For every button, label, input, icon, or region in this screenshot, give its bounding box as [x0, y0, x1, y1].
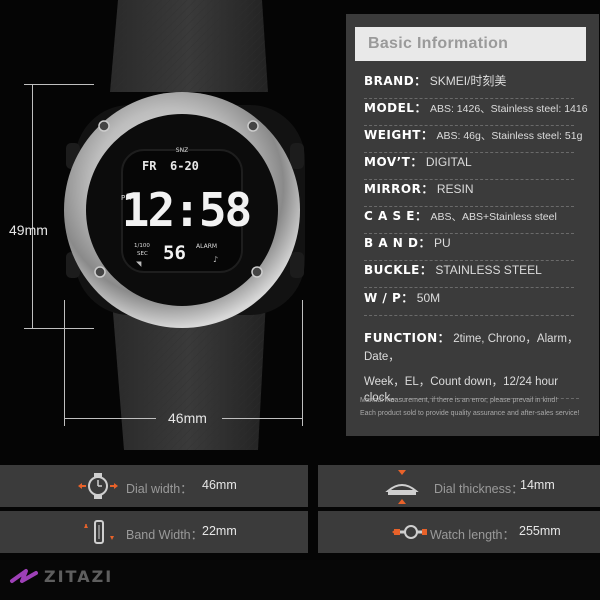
height-dimension-cap-top — [24, 84, 94, 85]
spec-box-band-width: Band Width： 22mm — [0, 511, 308, 553]
snz-label: SNZ — [176, 147, 188, 154]
spec-key: B A N D： — [364, 236, 431, 250]
screw-icon — [251, 266, 263, 278]
fraction-label: 1/100 — [134, 243, 150, 249]
basic-information-panel: Basic Information BRAND： SKMEI/时刻美 MODEL：… — [346, 14, 599, 436]
spec-row-brand: BRAND： SKMEI/时刻美 — [364, 72, 574, 99]
spec-key: BUCKLE： — [364, 263, 433, 277]
dial-thickness-icon — [385, 470, 419, 504]
spec-box-dial-width: Dial width： 46mm — [0, 465, 308, 507]
signal-icon: ◥ — [136, 260, 142, 268]
band-width-icon — [84, 520, 114, 544]
spec-value: ABS、ABS+Stainless steel — [430, 211, 557, 223]
seconds-display: 56 — [163, 242, 186, 264]
spec-key: C A S E： — [364, 209, 428, 223]
spec-box-watch-length: Watch length： 255mm — [318, 511, 600, 553]
spec-key: MIRROR： — [364, 182, 434, 196]
watch-length-value: 255mm — [519, 524, 561, 538]
screw-icon — [98, 120, 110, 132]
info-title: Basic Information — [368, 35, 509, 52]
height-dimension-line — [32, 84, 33, 328]
watch-length-icon — [392, 525, 427, 539]
measurement-note: Manual measurement, if there is an error… — [360, 397, 558, 404]
width-dimension-line-right — [222, 418, 302, 419]
dial-width-value: 46mm — [202, 478, 237, 492]
service-note: Each product sold to provide quality ass… — [360, 410, 580, 417]
spec-key: BRAND： — [364, 74, 427, 88]
logo-mark-icon — [10, 569, 38, 583]
spec-key: W / P： — [364, 291, 414, 305]
button-bottom-right — [290, 252, 304, 278]
time-display: 12:58 — [122, 183, 250, 237]
date-label: 6-20 — [170, 159, 199, 173]
sec-label: SEC — [137, 251, 148, 257]
spec-row-case: C A S E： ABS、ABS+Stainless steel — [364, 207, 574, 234]
width-dimension-label: 46mm — [168, 410, 207, 426]
dial-thickness-value: 14mm — [520, 478, 555, 492]
spec-row-buckle: BUCKLE： STAINLESS STEEL — [364, 261, 574, 288]
zitazi-logo: ZITAZI — [8, 561, 111, 593]
spec-value: DIGITAL — [425, 155, 472, 169]
spec-key: MOV’T： — [364, 155, 423, 169]
dial-width-label: Dial width： — [126, 482, 193, 496]
spec-value: 50M — [416, 291, 441, 305]
spec-row-movement: MOV’T： DIGITAL — [364, 153, 574, 180]
info-header: Basic Information — [355, 27, 586, 61]
spec-key: WEIGHT： — [364, 128, 434, 142]
watch-length-label: Watch length： — [430, 528, 515, 542]
alarm-label: ALARM — [196, 243, 217, 250]
screw-icon — [94, 266, 106, 278]
height-dimension-cap-bottom — [24, 328, 94, 329]
spec-row-model: MODEL： ABS: 1426、Stainless steel: 1416 — [364, 99, 588, 126]
spec-value: ABS: 46g、Stainless steel: 51g — [436, 130, 583, 142]
dial-width-icon — [78, 473, 118, 499]
spec-key: FUNCTION： — [364, 331, 451, 345]
spec-box-dial-thickness: Dial thickness： 14mm — [318, 465, 600, 507]
band-width-label: Band Width： — [126, 528, 204, 542]
day-label: FR — [142, 159, 157, 173]
logo-text: ZITAZI — [44, 567, 114, 586]
spec-row-band: B A N D： PU — [364, 234, 574, 261]
height-dimension-label: 49mm — [9, 222, 48, 238]
width-dimension-cap-left — [64, 300, 65, 426]
spec-key: MODEL： — [364, 101, 427, 115]
width-dimension-line-left — [64, 418, 156, 419]
dial-thickness-label: Dial thickness： — [434, 482, 524, 496]
screw-icon — [247, 120, 259, 132]
spec-row-weight: WEIGHT： ABS: 46g、Stainless steel: 51g — [364, 126, 582, 153]
spec-value: PU — [433, 236, 451, 250]
spec-row-mirror: MIRROR： RESIN — [364, 180, 574, 207]
bell-icon: ♪ — [213, 255, 218, 264]
spec-value: RESIN — [436, 182, 474, 196]
spec-value: SKMEI/时刻美 — [429, 74, 507, 88]
spec-row-function: FUNCTION： 2time, Chrono，Alarm，Date， Week，… — [364, 329, 579, 404]
spec-value: ABS: 1426、Stainless steel: 1416 — [429, 103, 588, 115]
watch-product-image: SNZ FR 6-20 PM 12:58 1/100 SEC 56 ALARM … — [0, 0, 340, 450]
width-dimension-cap-right — [302, 300, 303, 426]
band-width-value: 22mm — [202, 524, 237, 538]
spec-row-water-resistance: W / P： 50M — [364, 289, 574, 316]
spec-value: STAINLESS STEEL — [435, 263, 542, 277]
button-top-right — [290, 143, 304, 169]
watch-illustration: SNZ FR 6-20 PM 12:58 1/100 SEC 56 ALARM … — [64, 0, 305, 450]
